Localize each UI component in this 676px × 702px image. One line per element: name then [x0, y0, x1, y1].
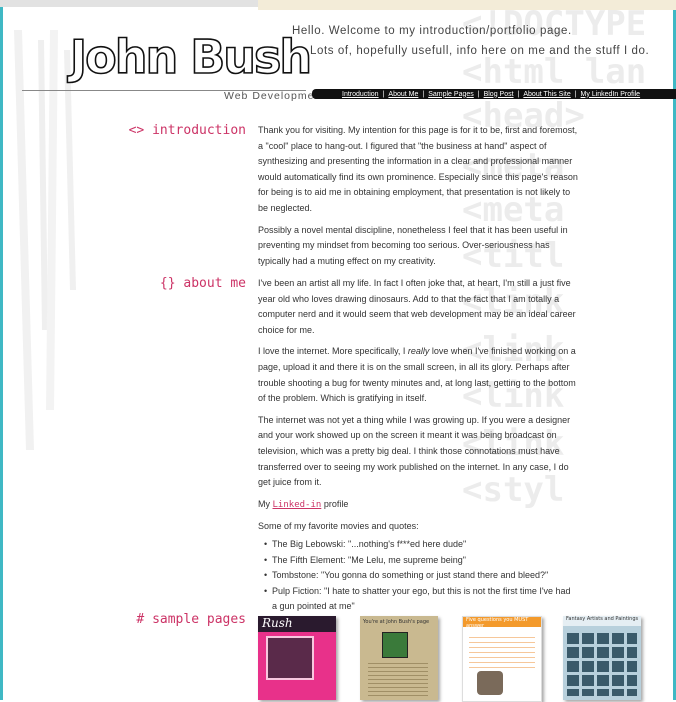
- nav-separator: |: [477, 90, 480, 98]
- site-logo: John Bush: [69, 29, 313, 85]
- nav-linkedin-profile[interactable]: My LinkedIn Profile: [581, 91, 641, 98]
- thumb-image: [477, 671, 503, 695]
- top-navigation: Introduction | About Me | Sample Pages |…: [312, 89, 676, 99]
- quotes-list: The Big Lebowski: "...nothing's f***ed h…: [258, 537, 578, 615]
- linkedin-suffix: profile: [323, 498, 349, 509]
- section-title-sample-pages: # sample pages: [136, 612, 246, 627]
- nav-separator: |: [517, 90, 520, 98]
- sample-thumbnail-fantasy-artists[interactable]: Fantasy Artists and Paintings: [563, 616, 641, 700]
- introduction-content: Thank you for visiting. My intention for…: [258, 123, 578, 275]
- thumb-image: [266, 636, 314, 680]
- nav-about-this-site[interactable]: About This Site: [523, 91, 570, 98]
- nav-sample-pages[interactable]: Sample Pages: [428, 91, 474, 98]
- list-item: The Big Lebowski: "...nothing's f***ed h…: [264, 537, 578, 553]
- section-title-introduction: <> introduction: [128, 123, 246, 138]
- about-paragraph-2: I love the internet. More specifically, …: [258, 344, 578, 406]
- list-item: Pulp Fiction: "I hate to shatter your eg…: [264, 584, 578, 615]
- nav-blog-post[interactable]: Blog Post: [484, 91, 514, 98]
- nav-introduction[interactable]: Introduction: [342, 91, 379, 98]
- thumb-text-lines: [469, 633, 535, 669]
- brush-streaks-decoration: [14, 30, 76, 450]
- thumb-title: Five questions you MUST answer: [463, 617, 541, 629]
- intro-paragraph-1: Thank you for visiting. My intention for…: [258, 125, 578, 213]
- sample-thumbnail-rush[interactable]: Rush: [258, 616, 336, 700]
- top-strip-beige: [258, 0, 676, 10]
- thumb-text-lines: [368, 660, 428, 696]
- nav-separator: |: [574, 90, 577, 98]
- thumb-image-grid: [567, 630, 637, 696]
- nav-about-me[interactable]: About Me: [388, 91, 418, 98]
- nav-separator: |: [422, 90, 425, 98]
- about-paragraph-3: The internet was not yet a thing while I…: [258, 414, 571, 488]
- thumb-title: You're at John Bush's page: [363, 619, 430, 625]
- about-p2-start: I love the internet. More specifically, …: [258, 346, 408, 357]
- welcome-line-1: Hello. Welcome to my introduction/portfo…: [292, 25, 572, 37]
- intro-paragraph-2: Possibly a novel mental discipline, none…: [258, 224, 568, 266]
- welcome-line-2: Lots of, hopefully usefull, info here on…: [310, 45, 650, 57]
- about-paragraph-1: I've been an artist all my life. In fact…: [258, 278, 576, 335]
- thumb-image: [382, 632, 408, 658]
- sample-thumbnail-five-questions[interactable]: Five questions you MUST answer: [462, 616, 542, 702]
- list-item: Tombstone: "You gonna do something or ju…: [264, 568, 578, 584]
- linkedin-link[interactable]: Linked-in: [273, 500, 322, 510]
- page-frame-left: [0, 0, 3, 700]
- logo-tagline: Web Development: [224, 90, 326, 102]
- top-strip-grey: [0, 0, 258, 7]
- about-p2-emphasis: really: [407, 346, 430, 357]
- linkedin-line: My Linked-in profile: [258, 497, 578, 514]
- linkedin-prefix: My: [258, 498, 270, 509]
- quotes-intro: Some of my favorite movies and quotes:: [258, 521, 419, 532]
- section-title-about-me: {} about me: [159, 276, 246, 291]
- list-item: The Fifth Element: "Me Lelu, me supreme …: [264, 553, 578, 569]
- nav-separator: |: [382, 90, 385, 98]
- thumb-title: Rush: [258, 616, 336, 632]
- thumb-title: Fantasy Artists and Paintings: [563, 616, 641, 626]
- about-me-content: I've been an artist all my life. In fact…: [258, 276, 578, 615]
- sample-thumbnail-john-bush-page[interactable]: You're at John Bush's page: [360, 616, 438, 700]
- welcome-message: Hello. Welcome to my introduction/portfo…: [292, 21, 649, 61]
